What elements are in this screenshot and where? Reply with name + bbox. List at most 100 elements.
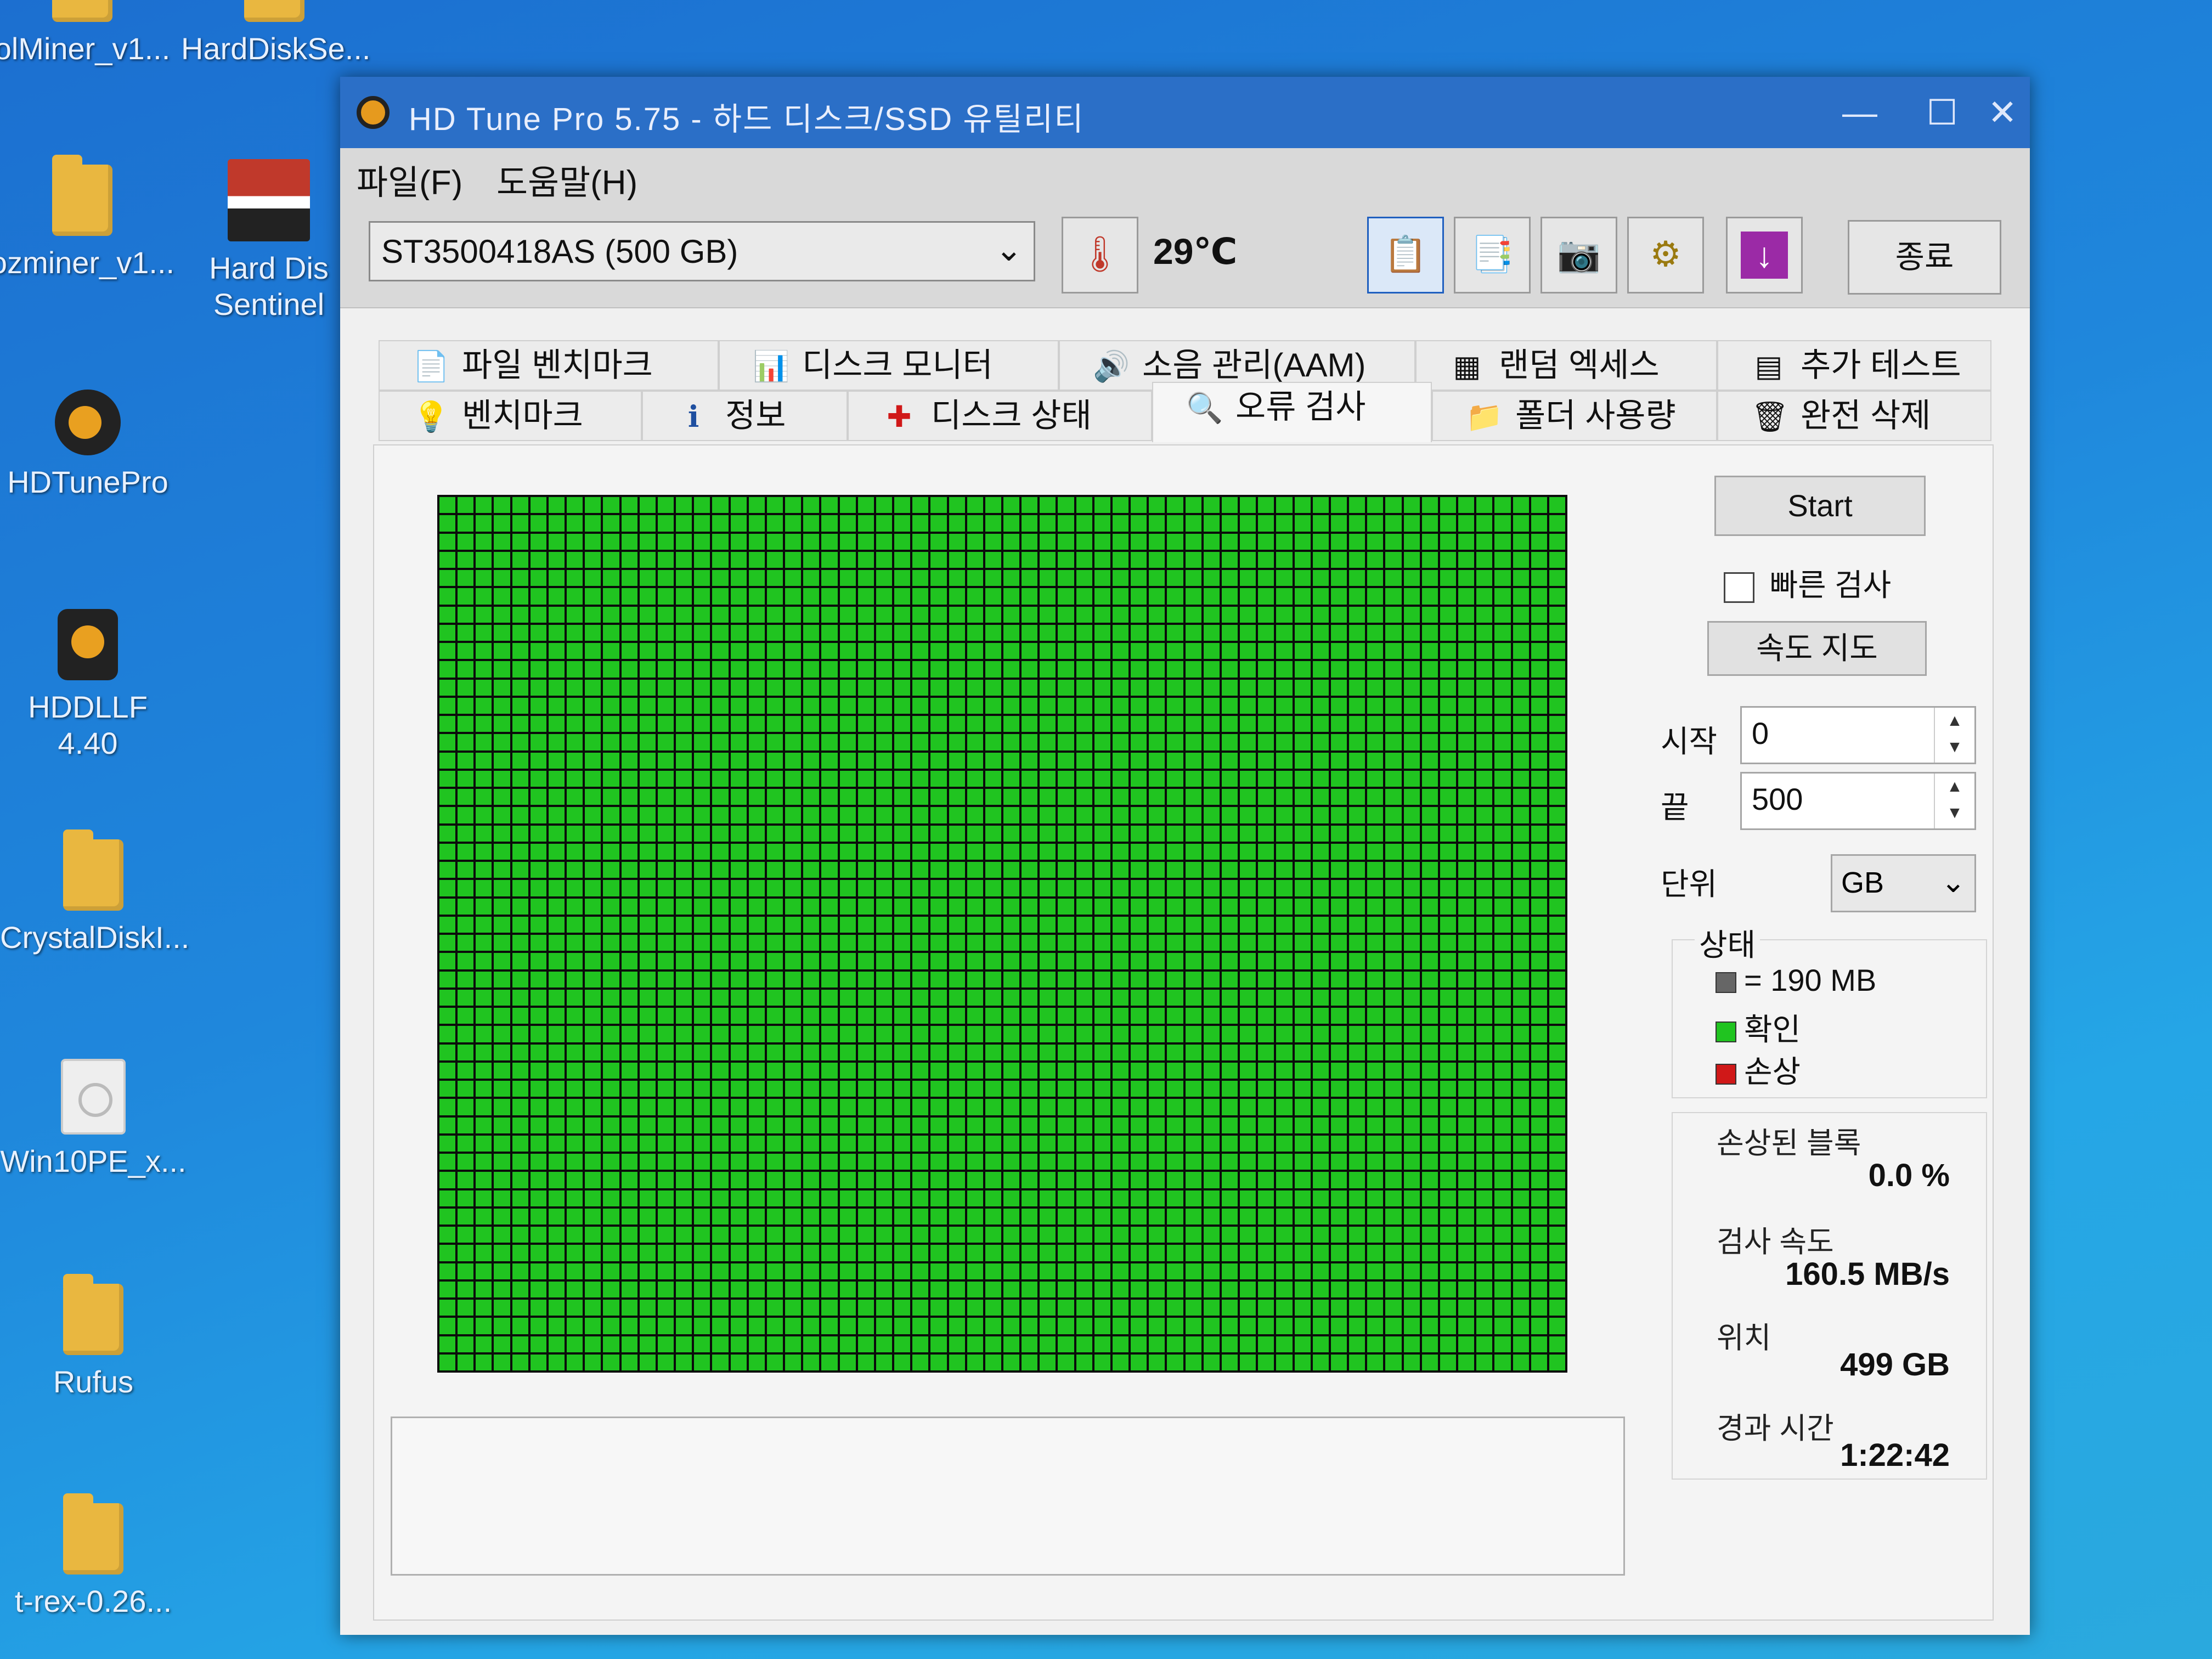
scan-block bbox=[730, 624, 747, 641]
scan-block bbox=[930, 606, 947, 623]
desktop-icon-win10pe[interactable]: Win10PE_x... bbox=[0, 1059, 187, 1180]
scan-block bbox=[1440, 1099, 1457, 1115]
scan-block bbox=[1294, 1318, 1311, 1334]
scan-block bbox=[1330, 1081, 1347, 1097]
scan-block bbox=[1330, 1281, 1347, 1297]
desktop-icon-t-rex[interactable]: t-rex-0.26... bbox=[0, 1493, 187, 1620]
tab-disk-monitor[interactable]: 📊 디스크 모니터 bbox=[719, 340, 1059, 391]
scan-block bbox=[585, 533, 601, 550]
scan-block bbox=[748, 1227, 765, 1243]
scan-block bbox=[476, 807, 492, 823]
scan-block bbox=[1094, 533, 1110, 550]
scan-block bbox=[1494, 1062, 1511, 1079]
scan-block bbox=[621, 716, 637, 732]
scan-block bbox=[1185, 1154, 1201, 1170]
desktop-icon-ozminer[interactable]: ozminer_v1... bbox=[0, 155, 176, 281]
scan-block bbox=[621, 807, 637, 823]
tab-health[interactable]: ✚ 디스크 상태 bbox=[848, 391, 1152, 441]
scan-block bbox=[548, 1172, 565, 1188]
temperature-button[interactable]: 🌡 bbox=[1062, 217, 1138, 294]
scan-block bbox=[1476, 1190, 1493, 1206]
minimize-button[interactable]: — bbox=[1821, 88, 1898, 137]
scan-block bbox=[1349, 825, 1365, 842]
tab-benchmark[interactable]: 💡 벤치마크 bbox=[379, 391, 642, 441]
screenshot-button[interactable]: 📷 bbox=[1541, 217, 1617, 294]
options-button[interactable]: ⚙ bbox=[1627, 217, 1704, 294]
speed-map-button[interactable]: 속도 지도 bbox=[1707, 621, 1927, 676]
scan-block bbox=[548, 515, 565, 532]
menu-help[interactable]: 도움말(H) bbox=[496, 155, 637, 204]
tab-error-scan[interactable]: 🔍 오류 검사 bbox=[1152, 382, 1432, 442]
tab-extra-tests[interactable]: ▤ 추가 테스트 bbox=[1717, 340, 1991, 391]
desktop-icon-olminer[interactable]: olMiner_v1... bbox=[0, 0, 176, 67]
close-button[interactable]: ✕ bbox=[1964, 88, 2041, 137]
scan-block bbox=[1094, 1208, 1110, 1224]
scan-block bbox=[1403, 971, 1420, 988]
scan-block bbox=[439, 1044, 456, 1060]
title-bar[interactable]: HD Tune Pro 5.75 - 하드 디스크/SSD 유틸리티 — ☐ ✕ bbox=[340, 77, 2030, 148]
scan-block bbox=[585, 1245, 601, 1261]
desktop-icon-hddllf[interactable]: HDDLLF 4.40 bbox=[0, 609, 181, 761]
scan-block bbox=[1094, 1172, 1110, 1188]
scan-block bbox=[639, 533, 656, 550]
scan-block bbox=[748, 989, 765, 1006]
start-input[interactable]: 0 ▲ ▼ bbox=[1740, 706, 1976, 764]
tab-info[interactable]: ℹ 정보 bbox=[642, 391, 848, 441]
scan-block bbox=[1022, 1190, 1038, 1206]
scan-block bbox=[1221, 989, 1238, 1006]
tab-file-benchmark[interactable]: 📄 파일 벤치마크 bbox=[379, 340, 719, 391]
scan-block bbox=[1149, 898, 1165, 915]
desktop-icon-hard-disk-sentinel[interactable]: Hard Dis Sentinel bbox=[187, 159, 351, 323]
tab-folder-usage[interactable]: 📁 폴더 사용량 bbox=[1432, 391, 1717, 441]
scan-block bbox=[639, 1008, 656, 1024]
checkbox-box[interactable] bbox=[1724, 572, 1754, 603]
scan-block bbox=[621, 1172, 637, 1188]
desktop-icon-hdtunepro[interactable]: HDTunePro bbox=[0, 390, 181, 500]
menu-file[interactable]: 파일(F) bbox=[357, 155, 462, 204]
scan-block bbox=[1112, 1263, 1129, 1279]
exit-button[interactable]: 종료 bbox=[1848, 220, 2001, 295]
scan-block bbox=[1040, 898, 1056, 915]
scan-block bbox=[1131, 570, 1147, 586]
scan-block bbox=[912, 1263, 929, 1279]
tab-random-access[interactable]: ▦ 랜덤 엑세스 bbox=[1415, 340, 1717, 391]
scan-block bbox=[1221, 643, 1238, 659]
desktop-icon-crystaldiskinfo[interactable]: CrystalDiskI... bbox=[0, 830, 189, 956]
scan-block bbox=[694, 935, 710, 951]
quick-scan-checkbox[interactable]: 빠른 검사 bbox=[1724, 561, 1891, 605]
spin-arrows-icon[interactable]: ▲ ▼ bbox=[1934, 708, 1974, 763]
scan-block bbox=[530, 551, 546, 568]
scan-block bbox=[1112, 989, 1129, 1006]
scan-block bbox=[530, 716, 546, 732]
scan-block bbox=[985, 1081, 1001, 1097]
scan-block bbox=[676, 1154, 692, 1170]
desktop-icon-rufus[interactable]: Rufus bbox=[0, 1274, 187, 1400]
scan-block bbox=[1549, 551, 1565, 568]
scan-block bbox=[1330, 1208, 1347, 1224]
end-input[interactable]: 500 ▲ ▼ bbox=[1740, 772, 1976, 830]
scan-block bbox=[930, 515, 947, 532]
scan-block bbox=[949, 953, 965, 969]
scan-block bbox=[1531, 1263, 1547, 1279]
start-button[interactable]: Start bbox=[1714, 476, 1926, 536]
tab-erase[interactable]: 🗑 완전 삭제 bbox=[1717, 391, 1991, 441]
scan-block bbox=[639, 515, 656, 532]
spin-arrows-icon[interactable]: ▲ ▼ bbox=[1934, 774, 1974, 828]
scan-block bbox=[857, 679, 874, 696]
unit-select[interactable]: GB ⌄ bbox=[1831, 854, 1976, 912]
scan-block bbox=[876, 825, 893, 842]
copy-text-button[interactable]: 📑 bbox=[1454, 217, 1531, 294]
scan-block bbox=[657, 1044, 674, 1060]
scan-block bbox=[1403, 1099, 1420, 1115]
desktop-icon-harddiskse[interactable]: HardDiskSe... bbox=[181, 0, 370, 67]
scan-block bbox=[1494, 789, 1511, 805]
scan-block bbox=[1349, 734, 1365, 751]
scan-block bbox=[1494, 971, 1511, 988]
drive-select[interactable]: ST3500418AS (500 GB) ⌄ bbox=[369, 221, 1035, 281]
scan-block bbox=[1330, 971, 1347, 988]
copy-info-button[interactable]: 📋 bbox=[1367, 217, 1444, 294]
save-button[interactable]: ↓ bbox=[1726, 217, 1803, 294]
scan-block bbox=[1367, 1354, 1384, 1370]
scan-block bbox=[730, 953, 747, 969]
scan-block bbox=[1022, 1172, 1038, 1188]
